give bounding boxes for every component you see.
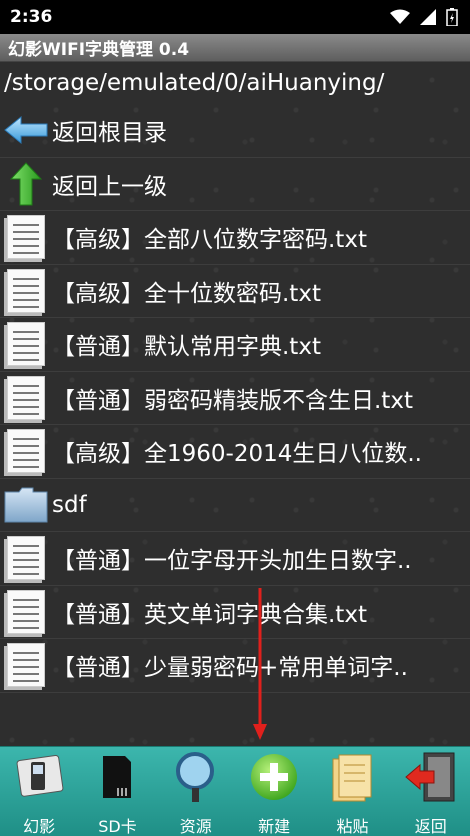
toolbar-huanying-button[interactable]: 幻影	[0, 747, 78, 836]
toolbar-label: 幻影	[23, 817, 56, 836]
toolbar-paste-button[interactable]: 粘贴	[313, 747, 391, 836]
toolbar-label: SD卡	[98, 817, 137, 836]
app-title: 幻影WIFI字典管理 0.4	[8, 40, 190, 60]
text-file-icon	[7, 536, 45, 581]
file-browser: /storage/emulated/0/aiHuanying/ 返回根目录 返回…	[0, 62, 470, 746]
file-name: 【高级】全部八位数字密码.txt	[52, 227, 367, 254]
file-name: 【普通】英文单词字典合集.txt	[52, 601, 367, 628]
go-root-row[interactable]: 返回根目录	[0, 104, 470, 158]
file-name: 【普通】一位字母开头加生日数字..	[52, 548, 412, 575]
file-row[interactable]: 【高级】全部八位数字密码.txt	[0, 211, 470, 265]
file-row[interactable]: 【高级】全1960-2014生日八位数..	[0, 425, 470, 479]
app-title-bar: 幻影WIFI字典管理 0.4	[0, 34, 470, 62]
folder-icon	[4, 487, 48, 523]
add-icon	[251, 754, 298, 800]
toolbar-new-button[interactable]: 新建	[235, 747, 313, 836]
file-name: 【普通】少量弱密码+常用单词字..	[52, 655, 408, 682]
file-name: 【普通】弱密码精装版不含生日.txt	[52, 387, 413, 414]
toolbar-label: 返回	[414, 817, 447, 836]
folder-row[interactable]: sdf	[0, 479, 470, 532]
file-row[interactable]: 【普通】少量弱密码+常用单词字..	[0, 639, 470, 693]
text-file-icon	[7, 322, 45, 367]
go-up-label: 返回上一级	[52, 173, 167, 200]
signal-icon	[420, 9, 436, 25]
paste-icon	[332, 754, 372, 802]
exit-icon	[405, 752, 455, 802]
folder-name: sdf	[52, 491, 87, 518]
file-name: 【高级】全十位数密码.txt	[52, 280, 321, 307]
sd-card-icon	[103, 756, 132, 798]
file-row[interactable]: 【普通】默认常用字典.txt	[0, 318, 470, 372]
text-file-icon	[7, 589, 45, 634]
toolbar-sdcard-button[interactable]: SD卡	[78, 747, 156, 836]
text-file-icon	[7, 429, 45, 474]
text-file-icon	[7, 643, 45, 688]
up-arrow-icon	[10, 162, 42, 206]
magnifier-icon	[175, 752, 214, 802]
battery-icon	[446, 8, 458, 26]
wifi-icon	[390, 9, 410, 24]
file-row[interactable]: 【普通】一位字母开头加生日数字..	[0, 532, 470, 586]
status-bar: 2:36	[0, 0, 470, 34]
go-root-label: 返回根目录	[52, 120, 167, 147]
phone-icon	[16, 755, 64, 797]
current-path: /storage/emulated/0/aiHuanying/	[4, 70, 385, 96]
toolbar-label: 粘贴	[336, 817, 369, 836]
text-file-icon	[7, 375, 45, 420]
bottom-toolbar: 幻影 SD卡 资源 新建 粘贴 返回	[0, 746, 470, 836]
go-up-row[interactable]: 返回上一级	[0, 158, 470, 211]
file-row[interactable]: 【普通】弱密码精装版不含生日.txt	[0, 372, 470, 425]
toolbar-label: 资源	[179, 817, 212, 836]
status-time: 2:36	[10, 7, 53, 27]
status-icons	[390, 8, 458, 26]
back-arrow-icon	[4, 116, 48, 145]
text-file-icon	[7, 215, 45, 260]
toolbar-back-button[interactable]: 返回	[392, 747, 470, 836]
toolbar-label: 新建	[258, 817, 291, 836]
file-row[interactable]: 【普通】英文单词字典合集.txt	[0, 586, 470, 639]
toolbar-resource-button[interactable]: 资源	[157, 747, 235, 836]
annotation-arrow-icon	[253, 588, 267, 740]
file-name: 【高级】全1960-2014生日八位数..	[52, 441, 422, 468]
text-file-icon	[7, 268, 45, 313]
file-name: 【普通】默认常用字典.txt	[52, 334, 321, 361]
file-row[interactable]: 【高级】全十位数密码.txt	[0, 265, 470, 318]
